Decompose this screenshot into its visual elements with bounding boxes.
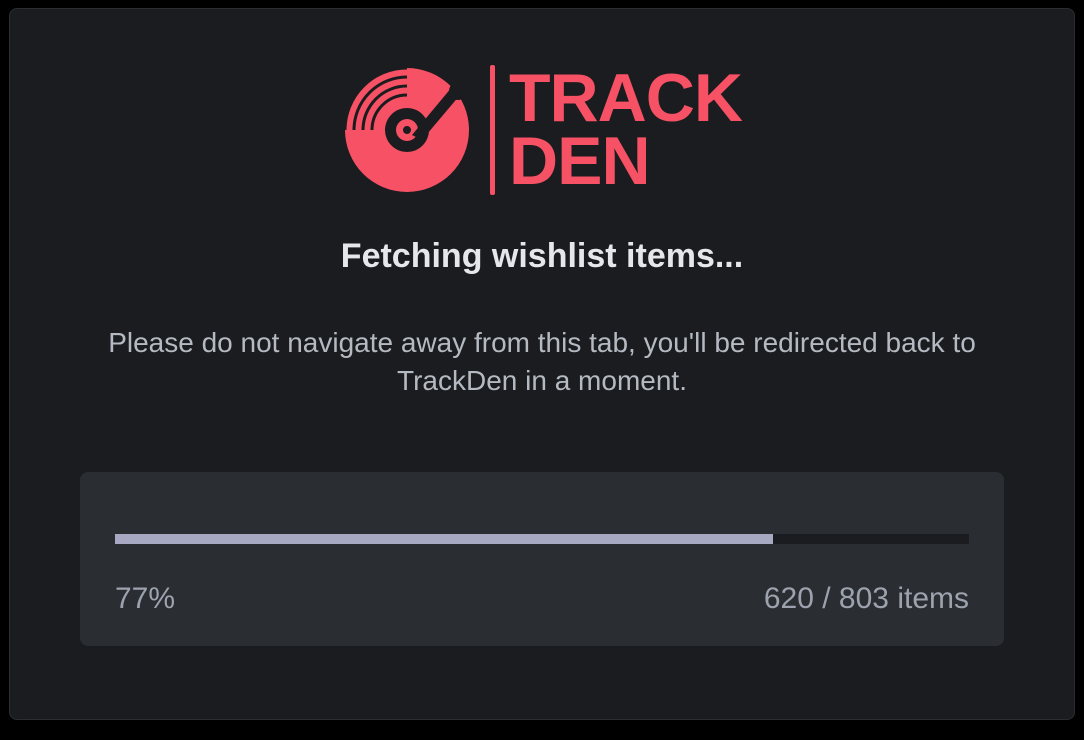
- progress-count: 620 / 803 items: [764, 582, 969, 616]
- progress-percent: 77%: [115, 582, 175, 616]
- progress-bar-track: [115, 534, 969, 544]
- progress-card: 77% 620 / 803 items: [80, 472, 1004, 646]
- progress-labels: 77% 620 / 803 items: [115, 582, 969, 616]
- logo-divider: [490, 65, 495, 195]
- loading-subtext: Please do not navigate away from this ta…: [82, 324, 1002, 400]
- brand-line-2: DEN: [509, 130, 742, 193]
- loading-modal: TRACK DEN Fetching wishlist items... Ple…: [9, 8, 1075, 720]
- progress-bar-fill: [115, 534, 773, 544]
- vinyl-record-icon: [342, 65, 472, 195]
- brand-name: TRACK DEN: [509, 67, 742, 192]
- loading-heading: Fetching wishlist items...: [341, 237, 743, 276]
- brand-logo: TRACK DEN: [342, 65, 742, 195]
- brand-line-1: TRACK: [509, 67, 742, 130]
